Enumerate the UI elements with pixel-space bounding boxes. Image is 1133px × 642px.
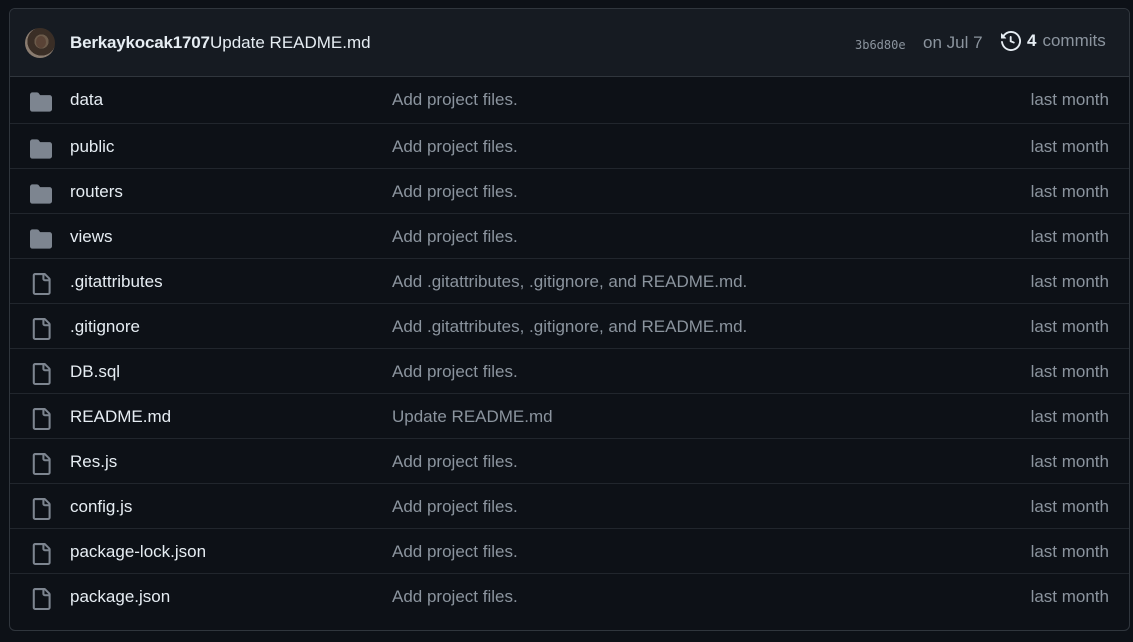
commit-age: last month	[1030, 137, 1109, 156]
commit-message[interactable]: Update README.md	[210, 33, 371, 53]
file-icon	[30, 498, 51, 520]
commit-message-link[interactable]: Add project files.	[392, 452, 518, 472]
commit-date: on Jul 7	[923, 33, 983, 52]
commit-author[interactable]: Berkaykocak1707	[70, 33, 210, 53]
commit-message-link[interactable]: Add project files.	[392, 182, 518, 202]
commit-message-link[interactable]: Add .gitattributes, .gitignore, and READ…	[392, 317, 747, 337]
commit-age: last month	[1030, 182, 1109, 201]
file-row[interactable]: DB.sql Add project files. last month	[10, 348, 1129, 393]
folder-icon	[30, 183, 52, 204]
file-row[interactable]: routers Add project files. last month	[10, 168, 1129, 213]
file-row[interactable]: package.json Add project files. last month	[10, 573, 1129, 618]
file-row[interactable]: .gitignore Add .gitattributes, .gitignore…	[10, 303, 1129, 348]
commit-message-link[interactable]: Add project files.	[392, 362, 518, 382]
file-row[interactable]: .gitattributes Add .gitattributes, .gitig…	[10, 258, 1129, 303]
commit-message-link[interactable]: Add project files.	[392, 542, 518, 562]
file-row[interactable]: views Add project files. last month	[10, 213, 1129, 258]
file-name-link[interactable]: data	[70, 90, 103, 110]
file-icon	[30, 453, 51, 475]
file-name-link[interactable]: package.json	[70, 587, 170, 607]
commits-link[interactable]: 4 commits	[1001, 31, 1106, 51]
file-name-link[interactable]: routers	[70, 182, 123, 202]
file-icon	[30, 408, 51, 430]
file-name-link[interactable]: Res.js	[70, 452, 117, 472]
commit-age: last month	[1030, 407, 1109, 426]
commit-sha[interactable]: 3b6d80e	[855, 38, 906, 52]
commit-message-link[interactable]: Add project files.	[392, 497, 518, 517]
file-row[interactable]: public Add project files. last month	[10, 123, 1129, 168]
commit-age: last month	[1030, 227, 1109, 246]
file-name-link[interactable]: views	[70, 227, 113, 247]
latest-commit-bar: Berkaykocak1707 Update README.md 3b6d80e…	[10, 9, 1129, 77]
file-name-link[interactable]: .gitattributes	[70, 272, 163, 292]
commit-message-link[interactable]: Add project files.	[392, 227, 518, 247]
file-name-link[interactable]: DB.sql	[70, 362, 120, 382]
file-icon	[30, 318, 51, 340]
file-icon	[30, 588, 51, 610]
commit-age: last month	[1030, 587, 1109, 606]
file-name-link[interactable]: package-lock.json	[70, 542, 206, 562]
commit-count: 4	[1027, 31, 1037, 50]
commit-age: last month	[1030, 542, 1109, 561]
commit-age: last month	[1030, 497, 1109, 516]
commit-message-link[interactable]: Add project files.	[392, 137, 518, 157]
commit-age: last month	[1030, 317, 1109, 336]
file-list: data Add project files. last month public Ad…	[10, 77, 1129, 618]
commit-message-link[interactable]: Add .gitattributes, .gitignore, and READ…	[392, 272, 747, 292]
file-row[interactable]: data Add project files. last month	[10, 77, 1129, 123]
commit-message-link[interactable]: Add project files.	[392, 90, 518, 110]
file-name-link[interactable]: public	[70, 137, 114, 157]
file-row[interactable]: package-lock.json Add project files. last …	[10, 528, 1129, 573]
commit-age: last month	[1030, 362, 1109, 381]
commits-label: commits	[1042, 31, 1106, 50]
commit-age: last month	[1030, 272, 1109, 291]
folder-icon	[30, 228, 52, 249]
file-row[interactable]: config.js Add project files. last month	[10, 483, 1129, 528]
commit-age: last month	[1030, 452, 1109, 471]
file-browser: Berkaykocak1707 Update README.md 3b6d80e…	[9, 8, 1130, 631]
commit-message-link[interactable]: Update README.md	[392, 407, 553, 427]
history-icon	[1001, 31, 1021, 51]
folder-icon	[30, 91, 52, 112]
folder-icon	[30, 138, 52, 159]
file-row[interactable]: README.md Update README.md last month	[10, 393, 1129, 438]
file-icon	[30, 273, 51, 295]
file-name-link[interactable]: README.md	[70, 407, 171, 427]
commit-age: last month	[1030, 90, 1109, 109]
file-icon	[30, 543, 51, 565]
avatar[interactable]	[25, 28, 55, 58]
commit-message-link[interactable]: Add project files.	[392, 587, 518, 607]
file-name-link[interactable]: config.js	[70, 497, 132, 517]
file-name-link[interactable]: .gitignore	[70, 317, 140, 337]
file-row[interactable]: Res.js Add project files. last month	[10, 438, 1129, 483]
file-icon	[30, 363, 51, 385]
